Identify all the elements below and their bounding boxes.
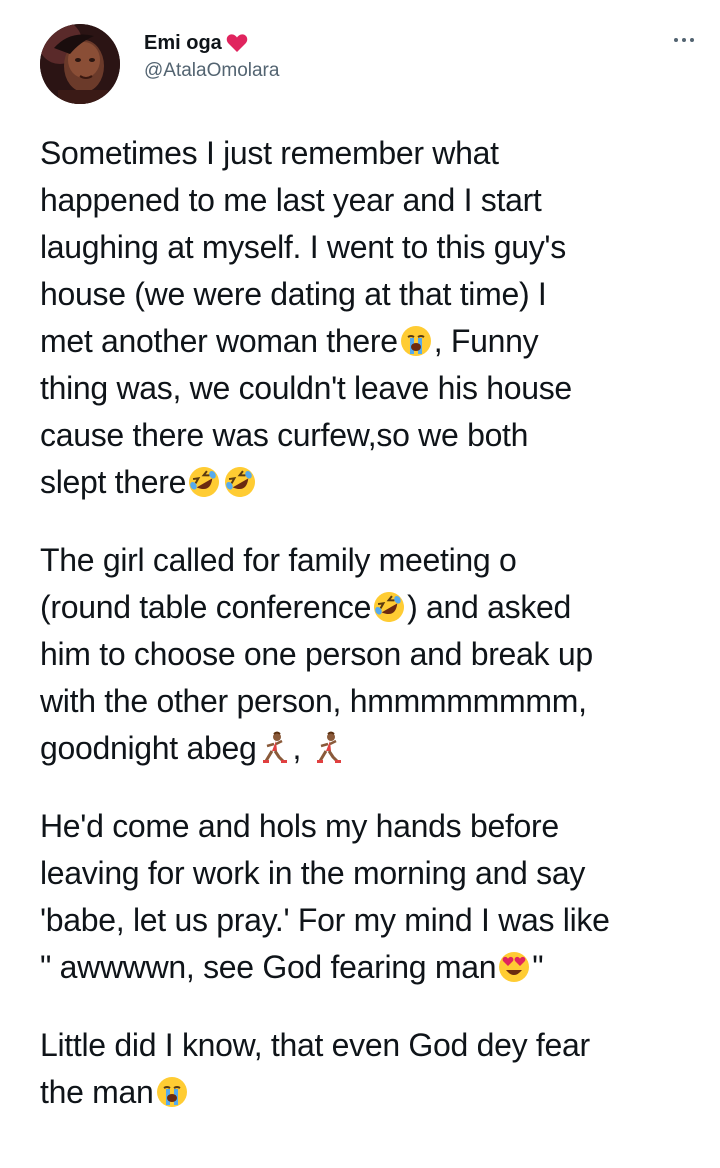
red-heart-icon bbox=[226, 33, 248, 53]
tweet-paragraph: Sometimes I just remember what happened … bbox=[40, 130, 710, 506]
text-line: him to choose one person and break up bbox=[40, 636, 593, 672]
text-line: leaving for work in the morning and say bbox=[40, 855, 586, 891]
text-line: thing was, we couldn't leave his house bbox=[40, 370, 572, 406]
text-segment: (round table conference bbox=[40, 589, 372, 625]
tweet-paragraph: Little did I know, that even God dey fea… bbox=[40, 1022, 710, 1116]
rolling-on-floor-laughing-face-icon bbox=[187, 465, 221, 499]
text-line: cause there was curfew,so we both bbox=[40, 417, 529, 453]
text-segment: , bbox=[292, 730, 310, 766]
avatar[interactable] bbox=[40, 24, 120, 104]
tweet-card: Emi oga @AtalaOmolara Sometimes I just r… bbox=[0, 0, 720, 1168]
text-line: Little did I know, that even God dey fea… bbox=[40, 1027, 590, 1063]
tweet-paragraph: He'd come and hols my hands before leavi… bbox=[40, 803, 710, 991]
text-line: slept there bbox=[40, 459, 710, 506]
text-line: " awwwwn, see God fearing man " bbox=[40, 944, 710, 991]
text-segment: , Funny bbox=[433, 323, 539, 359]
text-line: met another woman there , Funny bbox=[40, 318, 710, 365]
tweet-paragraph: The girl called for family meeting o (ro… bbox=[40, 537, 710, 772]
smiling-face-with-heart-eyes-icon bbox=[497, 950, 531, 984]
user-handle[interactable]: @AtalaOmolara bbox=[144, 58, 279, 84]
text-line: with the other person, hmmmmmmmm, bbox=[40, 683, 587, 719]
text-segment: the man bbox=[40, 1074, 154, 1110]
text-line: 'babe, let us pray.' For my mind I was l… bbox=[40, 902, 610, 938]
display-name-text[interactable]: Emi oga bbox=[144, 30, 222, 56]
woman-running-icon bbox=[311, 731, 345, 765]
rolling-on-floor-laughing-face-icon bbox=[372, 590, 406, 624]
tweet-text: Sometimes I just remember what happened … bbox=[40, 130, 710, 1147]
text-line: goodnight abeg, bbox=[40, 725, 710, 772]
text-segment: " bbox=[532, 949, 544, 985]
text-line: Sometimes I just remember what bbox=[40, 135, 499, 171]
rolling-on-floor-laughing-face-icon bbox=[223, 465, 257, 499]
author-info: Emi oga @AtalaOmolara bbox=[144, 30, 279, 84]
tweet-header: Emi oga @AtalaOmolara bbox=[40, 24, 700, 104]
loudly-crying-face-icon bbox=[155, 1075, 189, 1109]
loudly-crying-face-icon bbox=[399, 324, 433, 358]
display-name[interactable]: Emi oga bbox=[144, 30, 279, 56]
text-line: happened to me last year and I start bbox=[40, 182, 542, 218]
text-segment: " awwwwn, see God fearing man bbox=[40, 949, 497, 985]
text-line: house (we were dating at that time) I bbox=[40, 276, 547, 312]
text-segment: goodnight abeg bbox=[40, 730, 257, 766]
text-line: He'd come and hols my hands before bbox=[40, 808, 559, 844]
text-line: the man bbox=[40, 1069, 710, 1116]
text-segment: slept there bbox=[40, 464, 187, 500]
text-segment: ) and asked bbox=[407, 589, 572, 625]
text-line: laughing at myself. I went to this guy's bbox=[40, 229, 566, 265]
woman-running-icon bbox=[257, 731, 291, 765]
text-line: The girl called for family meeting o bbox=[40, 542, 517, 578]
more-options-icon[interactable] bbox=[668, 28, 700, 52]
text-line: (round table conference ) and asked bbox=[40, 584, 710, 631]
text-segment: met another woman there bbox=[40, 323, 398, 359]
